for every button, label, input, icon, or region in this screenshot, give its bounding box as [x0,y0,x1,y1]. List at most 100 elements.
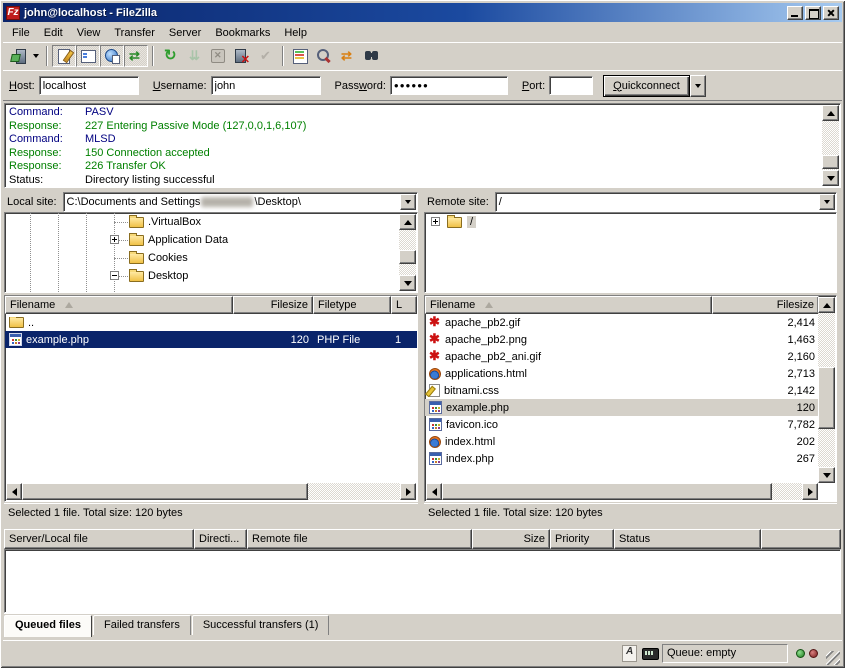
log-scrollbar[interactable] [822,105,839,186]
remote-site-combobox[interactable]: / [495,192,837,212]
scrollbar-thumb[interactable] [399,250,416,264]
remote-site-dropdown[interactable] [819,194,835,210]
file-row-selected[interactable]: example.php 120 [425,399,819,416]
local-site-dropdown[interactable] [400,194,416,210]
tree-item-cookies[interactable]: Cookies [5,249,417,267]
tab-failed-transfers[interactable]: Failed transfers [93,615,191,635]
username-input[interactable] [211,76,321,95]
menu-bookmarks[interactable]: Bookmarks [208,25,277,41]
column-header-lastmodified[interactable]: L [391,296,417,314]
expand-icon[interactable] [431,217,440,226]
scroll-left-button[interactable] [426,483,442,500]
toggle-local-tree-button[interactable] [76,45,100,67]
port-input[interactable] [549,76,593,95]
speed-limit-icon[interactable] [641,645,659,661]
file-row[interactable]: bitnami.css 2,142 [425,382,819,399]
host-label: Host: [9,80,35,92]
file-row-example-php[interactable]: example.php 120 PHP File 1 [5,331,417,348]
scroll-right-button[interactable] [400,483,416,500]
expand-icon[interactable] [110,235,119,244]
scroll-left-button[interactable] [6,483,22,500]
file-row[interactable]: apache_pb2_ani.gif 2,160 [425,348,819,365]
cancel-operation-button[interactable] [206,45,230,67]
scrollbar-thumb[interactable] [822,155,839,169]
minimize-button[interactable] [787,6,803,20]
site-manager-dropdown[interactable] [30,45,42,67]
resize-grip[interactable] [826,651,840,665]
column-header-remote-file[interactable]: Remote file [247,529,472,549]
local-directory-tree[interactable]: .VirtualBox Application Data Cookies Des… [4,212,418,293]
synchronized-browsing-button[interactable] [336,45,360,67]
menu-view[interactable]: View [70,25,108,41]
site-manager-button[interactable] [6,45,30,67]
column-header-filename[interactable]: Filename [5,296,233,314]
toggle-remote-tree-button[interactable] [100,45,124,67]
menu-transfer[interactable]: Transfer [107,25,162,41]
host-input[interactable] [39,76,139,95]
queue-body[interactable] [4,549,841,613]
column-header-status[interactable]: Status [614,529,761,549]
tree-item-application-data[interactable]: Application Data [5,231,417,249]
scrollbar-thumb[interactable] [442,483,772,500]
maximize-button[interactable] [805,6,821,20]
data-type-ascii-icon[interactable] [620,645,638,661]
file-row[interactable]: apache_pb2.png 1,463 [425,331,819,348]
menu-server[interactable]: Server [162,25,208,41]
column-header-filename[interactable]: Filename [425,296,712,314]
menu-help[interactable]: Help [277,25,314,41]
tab-successful-transfers[interactable]: Successful transfers (1) [192,615,330,635]
find-files-button[interactable] [360,45,384,67]
disconnect-button[interactable] [230,45,254,67]
local-site-combobox[interactable]: C:\Documents and Settings\Desktop\ [63,192,418,212]
collapse-icon[interactable] [110,271,119,280]
column-header-filesize[interactable]: Filesize [233,296,313,314]
local-tree-scrollbar[interactable] [399,214,416,291]
column-header-size[interactable]: Size [472,529,550,549]
quickconnect-button[interactable]: Quickconnect [603,75,690,97]
toggle-transfer-queue-button[interactable] [124,45,148,67]
scroll-up-button[interactable] [822,105,839,121]
column-header-server-local-file[interactable]: Server/Local file [4,529,194,549]
column-header-filetype[interactable]: Filetype [313,296,391,314]
remote-list-hscrollbar[interactable] [426,483,818,500]
file-row[interactable]: applications.html 2,713 [425,365,819,382]
close-button[interactable] [823,6,839,20]
column-header-priority[interactable]: Priority [550,529,614,549]
directory-comparison-button[interactable] [288,45,312,67]
file-row[interactable]: index.php 267 [425,450,819,467]
filename-filters-button[interactable] [312,45,336,67]
tree-item-desktop[interactable]: Desktop [5,267,417,285]
scroll-down-button[interactable] [399,275,416,291]
file-row[interactable]: apache_pb2.gif 2,414 [425,314,819,331]
column-header-direction[interactable]: Directi... [194,529,247,549]
remote-file-list[interactable]: Filename Filesize apache_pb2.gif 2,414 a… [424,295,837,502]
quickconnect-dropdown[interactable] [690,75,706,97]
column-header-filesize[interactable]: Filesize [712,296,819,314]
title-bar[interactable]: Fz john@localhost - FileZilla [3,3,842,22]
local-list-hscrollbar[interactable] [6,483,416,500]
scroll-up-button[interactable] [399,214,416,230]
reconnect-button[interactable] [254,45,278,67]
remote-list-vscrollbar[interactable] [818,297,835,483]
process-queue-button[interactable] [182,45,206,67]
refresh-button[interactable] [158,45,182,67]
local-file-list[interactable]: Filename Filesize Filetype L .. example.… [4,295,418,502]
scroll-down-button[interactable] [818,467,835,483]
file-row[interactable]: favicon.ico 7,782 [425,416,819,433]
tab-queued-files[interactable]: Queued files [4,615,92,637]
menu-edit[interactable]: Edit [37,25,70,41]
scroll-down-button[interactable] [822,170,839,186]
chevron-down-icon [695,84,701,88]
menu-file[interactable]: File [5,25,37,41]
file-row-parent-dir[interactable]: .. [5,314,417,331]
password-input[interactable] [390,76,508,95]
scrollbar-thumb[interactable] [22,483,308,500]
remote-directory-tree[interactable]: / [424,212,837,293]
scroll-right-button[interactable] [802,483,818,500]
scroll-up-button[interactable] [818,297,835,313]
tree-item-root[interactable]: / [425,213,836,231]
file-row[interactable]: index.html 202 [425,433,819,450]
tree-item-virtualbox[interactable]: .VirtualBox [5,213,417,231]
scrollbar-thumb[interactable] [818,367,835,429]
toggle-message-log-button[interactable] [52,45,76,67]
